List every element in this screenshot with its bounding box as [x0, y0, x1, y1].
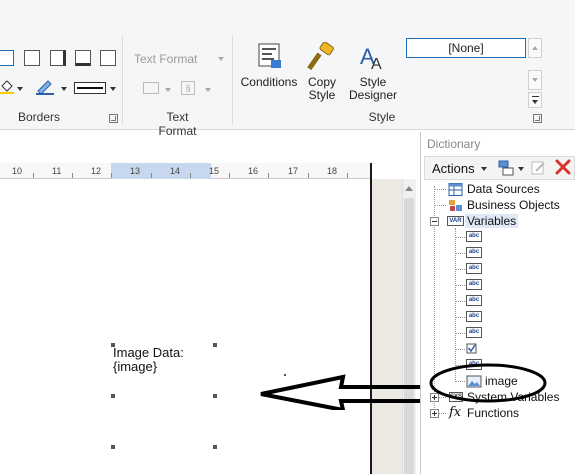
conditions-button[interactable]: Conditions	[240, 42, 298, 89]
new-item-icon[interactable]	[498, 160, 514, 176]
scrollbar-thumb[interactable]	[404, 198, 414, 474]
variable-icon: abc	[466, 263, 482, 274]
style-group-label: Style	[368, 110, 396, 124]
ribbon: Borders Text Format § Text Format Condit…	[0, 0, 575, 138]
format-icon[interactable]	[143, 82, 159, 94]
variable-icon: abc	[466, 279, 482, 290]
delete-icon[interactable]	[555, 159, 571, 175]
actions-dropdown-arrow[interactable]	[481, 167, 487, 171]
ruler-tick-label: 16	[248, 166, 259, 176]
format-dropdown-arrow[interactable]	[165, 88, 171, 92]
border-left-button[interactable]	[24, 50, 40, 66]
business-objects-icon	[448, 199, 464, 212]
functions-expand-toggle[interactable]	[430, 409, 439, 418]
selection-handle[interactable]	[111, 445, 115, 449]
border-right-button[interactable]	[50, 50, 66, 66]
data-sources-icon	[448, 183, 464, 196]
variables-collapse-toggle[interactable]	[430, 217, 439, 226]
variable-icon: abc	[466, 247, 482, 258]
tree-item-data-sources[interactable]: Data Sources	[467, 182, 540, 196]
format-number-icon[interactable]: §	[181, 81, 195, 95]
functions-icon: fx	[449, 405, 462, 420]
tree-item-functions[interactable]: Functions	[467, 406, 519, 420]
group-separator	[122, 36, 123, 124]
line-style-icon[interactable]	[74, 82, 106, 94]
ruler-tick-label: 11	[52, 166, 62, 176]
ruler-selection-highlight	[111, 163, 211, 179]
selection-handle[interactable]	[111, 394, 115, 398]
selection-handle[interactable]	[213, 445, 217, 449]
style-designer-button[interactable]: AA Style Designer	[348, 42, 398, 102]
selection-handle[interactable]	[111, 343, 115, 347]
style-designer-label: Style Designer	[348, 75, 398, 102]
line-color-dropdown-arrow[interactable]	[61, 87, 67, 91]
ruler-tick-label: 15	[209, 166, 220, 176]
variable-icon: abc	[466, 311, 482, 322]
tree-item-business-objects[interactable]: Business Objects	[467, 198, 560, 212]
format-number-dropdown-arrow[interactable]	[205, 88, 211, 92]
style-list-scroll-up[interactable]	[528, 38, 542, 58]
text-format-dropdown[interactable]: Text Format	[134, 52, 197, 66]
ruler-tick-label: 13	[130, 166, 141, 176]
page-margin-area	[372, 179, 402, 474]
ruler-tick-label: 14	[170, 166, 181, 176]
dictionary-title: Dictionary	[427, 137, 481, 151]
copy-style-icon	[306, 41, 338, 72]
checkbox-variable-icon	[466, 343, 482, 356]
actions-menu-button[interactable]: Actions	[432, 161, 475, 176]
variable-icon: abc	[466, 295, 482, 306]
selection-handle[interactable]	[213, 394, 217, 398]
ruler-tick-label: 12	[91, 166, 102, 176]
ruler-tick-label: 17	[288, 166, 299, 176]
annotation-ellipse-icon	[429, 363, 547, 403]
all-borders-button[interactable]	[0, 50, 14, 66]
text-format-dropdown-arrow[interactable]	[218, 57, 224, 61]
style-designer-icon: AA	[357, 42, 389, 73]
conditions-label: Conditions	[240, 75, 298, 89]
svg-text:A: A	[371, 56, 382, 72]
fill-color-dropdown-arrow[interactable]	[17, 87, 23, 91]
fill-color-icon[interactable]	[0, 80, 14, 94]
border-bottom-button[interactable]	[75, 50, 91, 66]
selection-handle[interactable]	[213, 343, 217, 347]
variable-icon: abc	[466, 327, 482, 338]
copy-style-button[interactable]: Copy Style	[300, 41, 344, 102]
horizontal-ruler: 10 11 12 13 14 15 16 17 18	[0, 163, 370, 179]
style-dialog-launcher[interactable]	[533, 114, 542, 123]
ruler-tick-label: 10	[12, 166, 23, 176]
edit-icon[interactable]	[531, 160, 546, 175]
conditions-icon	[253, 42, 285, 72]
copy-style-label: Copy Style	[307, 75, 336, 102]
variables-icon: VAR	[447, 215, 465, 228]
text-format-group-label: Text Format	[158, 110, 197, 138]
style-list-selected[interactable]: [None]	[406, 38, 526, 58]
annotation-arrow-icon	[260, 374, 431, 410]
tree-item-variables[interactable]: Variables	[465, 214, 519, 228]
variable-icon: abc	[466, 231, 482, 242]
style-list-expand[interactable]	[528, 92, 542, 108]
group-separator	[232, 36, 233, 124]
border-none-button[interactable]	[100, 50, 116, 66]
line-color-icon[interactable]	[36, 79, 54, 95]
image-data-text-component[interactable]: Image Data: {image}	[113, 346, 184, 374]
ruler-tick-label: 18	[327, 166, 338, 176]
scroll-up-arrow[interactable]	[405, 186, 413, 191]
new-item-dropdown-arrow[interactable]	[518, 167, 524, 171]
style-list-scroll-down[interactable]	[528, 70, 542, 90]
borders-group-label: Borders	[18, 110, 61, 124]
line-style-dropdown-arrow[interactable]	[110, 87, 116, 91]
borders-dialog-launcher[interactable]	[109, 114, 118, 123]
